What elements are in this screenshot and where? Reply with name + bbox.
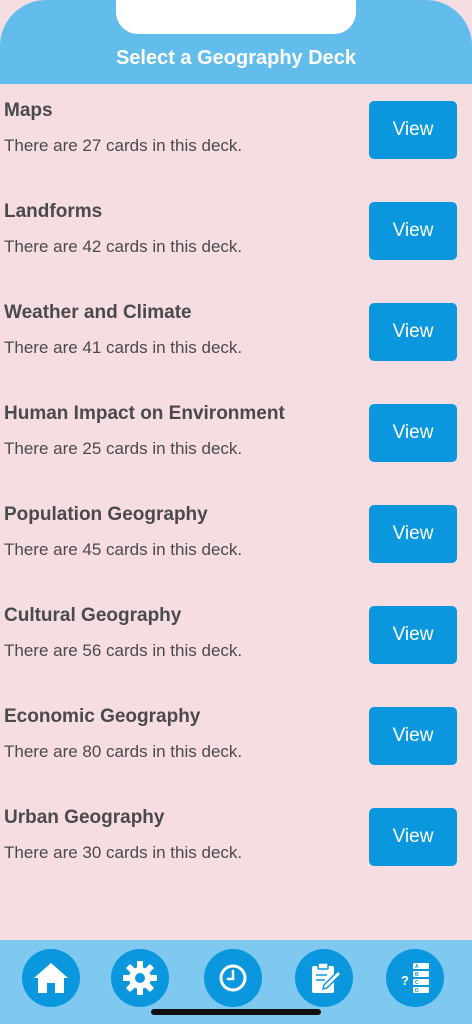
deck-title: Landforms (4, 201, 103, 222)
svg-text:B: B (415, 972, 419, 978)
deck-title: Human Impact on Environment (4, 403, 285, 424)
deck-title: Maps (4, 100, 53, 121)
deck-item: Human Impact on Environment There are 25… (0, 387, 472, 488)
view-button[interactable]: View (369, 202, 457, 260)
deck-title: Economic Geography (4, 706, 201, 727)
deck-description: There are 41 cards in this deck. (4, 338, 243, 357)
deck-item: Economic Geography There are 80 cards in… (0, 690, 472, 791)
view-button[interactable]: View (369, 101, 457, 159)
deck-item: Urban Geography There are 30 cards in th… (0, 791, 472, 892)
settings-tab-button[interactable] (111, 949, 169, 1007)
deck-item: Weather and Climate There are 41 cards i… (0, 286, 472, 387)
deck-title: Urban Geography (4, 807, 165, 828)
home-tab-button[interactable] (22, 949, 80, 1007)
deck-item: Population Geography There are 45 cards … (0, 488, 472, 589)
deck-description: There are 56 cards in this deck. (4, 641, 243, 660)
deck-title: Cultural Geography (4, 605, 182, 626)
svg-text:?: ? (401, 973, 409, 988)
view-button[interactable]: View (369, 303, 457, 361)
deck-title: Weather and Climate (4, 302, 192, 323)
deck-list: Maps There are 27 cards in this deck. Vi… (0, 84, 472, 892)
history-tab-button[interactable] (204, 949, 262, 1007)
view-button[interactable]: View (369, 707, 457, 765)
deck-description: There are 27 cards in this deck. (4, 136, 243, 155)
svg-text:C: C (415, 980, 419, 986)
home-icon (34, 963, 68, 993)
svg-text:D: D (415, 988, 419, 994)
deck-item: Cultural Geography There are 56 cards in… (0, 589, 472, 690)
deck-title: Population Geography (4, 504, 208, 525)
device-notch (116, 0, 356, 34)
notepad-pencil-icon (312, 962, 343, 993)
home-indicator (151, 1009, 321, 1015)
notes-tab-button[interactable] (295, 949, 353, 1007)
deck-description: There are 25 cards in this deck. (4, 439, 243, 458)
deck-description: There are 42 cards in this deck. (4, 237, 243, 256)
quiz-tab-button[interactable]: ? A B C D (386, 949, 444, 1007)
deck-description: There are 30 cards in this deck. (4, 843, 243, 862)
view-button[interactable]: View (369, 808, 457, 866)
page-title: Select a Geography Deck (115, 47, 357, 69)
quiz-list-icon: ? A B C D (401, 963, 429, 994)
svg-text:A: A (415, 964, 419, 970)
deck-item: Landforms There are 42 cards in this dec… (0, 185, 472, 286)
clock-icon (219, 964, 247, 992)
view-button[interactable]: View (369, 606, 457, 664)
view-button[interactable]: View (369, 404, 457, 462)
header-bar: Select a Geography Deck (0, 0, 472, 84)
deck-description: There are 45 cards in this deck. (4, 540, 243, 559)
deck-description: There are 80 cards in this deck. (4, 742, 243, 761)
deck-item: Maps There are 27 cards in this deck. Vi… (0, 84, 472, 185)
gear-icon (123, 961, 157, 995)
view-button[interactable]: View (369, 505, 457, 563)
